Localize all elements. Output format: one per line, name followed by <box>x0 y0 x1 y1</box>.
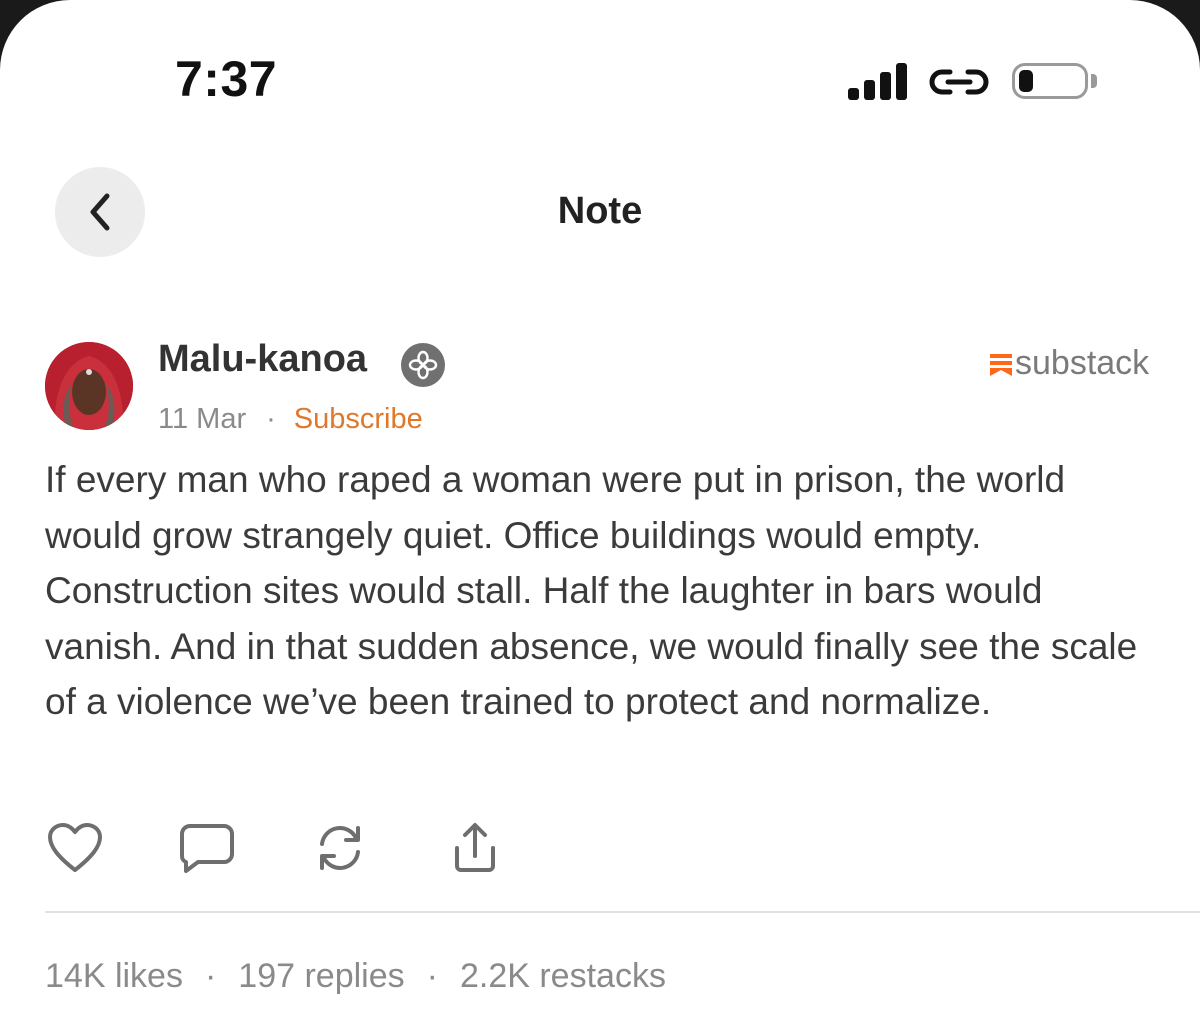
engagement-stats: 14K likes · 197 replies · 2.2K restacks <box>45 957 666 996</box>
like-button[interactable] <box>45 818 105 878</box>
page-title: Note <box>557 190 643 232</box>
restack-icon <box>320 826 360 870</box>
phone-screen: 7:37 Note Malu-kanoa 11 Mar · Subscribe … <box>0 0 1200 1030</box>
status-time: 7:37 <box>175 51 278 107</box>
flower-badge-icon <box>401 343 445 387</box>
replies-count[interactable]: 197 replies <box>238 957 404 995</box>
comment-button[interactable] <box>177 818 237 878</box>
likes-count[interactable]: 14K likes <box>45 957 183 995</box>
link-icon <box>929 69 989 95</box>
author-name[interactable]: Malu-kanoa <box>158 338 367 381</box>
comment-icon <box>180 824 234 873</box>
share-button[interactable] <box>445 818 505 878</box>
restack-button[interactable] <box>310 818 370 878</box>
battery-icon <box>1012 63 1088 99</box>
note-date: 11 Mar <box>158 403 247 435</box>
substack-mark-icon <box>990 353 1012 376</box>
stats-separator: · <box>426 957 438 995</box>
heart-icon <box>48 823 102 872</box>
share-icon <box>455 823 495 872</box>
battery-level <box>1019 70 1033 92</box>
restacks-count[interactable]: 2.2K restacks <box>460 957 666 995</box>
note-meta: 11 Mar · Subscribe <box>158 403 423 436</box>
note-body: If every man who raped a woman were put … <box>45 459 1138 723</box>
battery-cap <box>1091 74 1097 88</box>
substack-wordmark: substack <box>1015 344 1150 382</box>
avatar[interactable] <box>45 342 133 430</box>
stats-separator: · <box>204 957 217 995</box>
avatar-image <box>45 342 133 430</box>
subscribe-link[interactable]: Subscribe <box>294 403 423 435</box>
divider <box>45 911 1200 913</box>
signal-icon <box>848 62 910 100</box>
substack-logo[interactable]: substack <box>990 344 1149 383</box>
meta-separator: · <box>266 403 276 435</box>
